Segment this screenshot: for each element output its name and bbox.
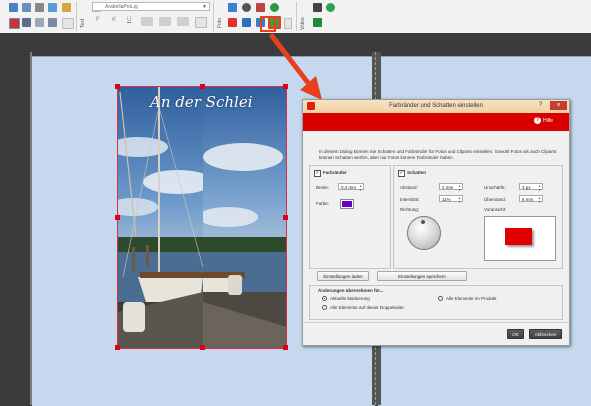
apply-option-label[interactable]: Alle Elemente im Produkt <box>446 296 497 301</box>
bold-button[interactable]: F <box>96 17 100 23</box>
close-button[interactable]: × <box>550 101 567 110</box>
footer-divider <box>303 322 569 323</box>
border-shadow-dialog: Farbränder und Schatten einstellen ? × ?… <box>302 99 570 346</box>
photo-effect-icon[interactable] <box>270 3 279 12</box>
radio-all-on-spread[interactable] <box>322 305 327 310</box>
resize-handle[interactable] <box>200 84 205 89</box>
pages-icon[interactable] <box>35 18 44 27</box>
spin-down-icon[interactable]: ▼ <box>538 187 541 194</box>
text-more-icon[interactable] <box>195 17 207 28</box>
preview-label: Voransicht: <box>484 207 507 212</box>
font-name: ArabellaProLig <box>105 4 138 10</box>
resize-handle[interactable] <box>115 84 120 89</box>
resize-handle[interactable] <box>200 345 205 350</box>
intensity-label: Intensität: <box>400 197 420 202</box>
font-select[interactable]: ArabellaProLig ▼ <box>92 2 210 11</box>
resize-handle[interactable] <box>115 345 120 350</box>
overhang-value: 6 mm <box>522 197 534 202</box>
layout-icon[interactable] <box>22 3 31 12</box>
font-size-icon[interactable] <box>141 17 153 26</box>
apply-option-label[interactable]: Aktuelle Markierung <box>330 296 370 301</box>
shadow-heading: Schatten <box>407 170 427 175</box>
chevron-down-icon[interactable]: ▼ <box>202 3 207 12</box>
image-icon[interactable] <box>48 3 57 12</box>
underline-button[interactable]: U <box>127 17 131 23</box>
border-color-swatch[interactable] <box>340 199 354 209</box>
help-question-icon[interactable]: ? <box>539 102 542 108</box>
preview-rect <box>505 228 532 245</box>
text-color-icon[interactable] <box>159 17 171 26</box>
blur-input[interactable]: 3 px ▲ ▼ <box>519 183 543 192</box>
photo-edit-icon[interactable] <box>242 3 251 12</box>
text-group-label: Text <box>80 18 86 28</box>
help-icon[interactable]: ? <box>534 117 541 124</box>
preview-box <box>484 216 556 261</box>
photo-cut-icon[interactable] <box>256 3 265 12</box>
blur-label: Unschärfe: <box>484 185 506 190</box>
photo-filter-icon[interactable] <box>242 18 251 27</box>
arrange-icon[interactable] <box>22 18 31 27</box>
shadow-checkbox[interactable]: ✓ <box>398 170 405 177</box>
spin-down-icon[interactable]: ▼ <box>359 187 362 194</box>
radio-current-selection[interactable] <box>322 296 327 301</box>
spin-down-icon[interactable]: ▼ <box>458 199 461 206</box>
overhang-label: Überstand: <box>484 197 507 202</box>
save-settings-button[interactable]: Einstellungen speichern <box>377 271 467 281</box>
borders-checkbox[interactable]: ✓ <box>314 170 321 177</box>
italic-button[interactable]: K <box>112 17 116 23</box>
annotation-arrow <box>260 16 322 100</box>
overhang-input[interactable]: 6 mm ▲ ▼ <box>519 195 543 204</box>
help-link[interactable]: Hilfe <box>543 118 553 124</box>
radio-all-in-product[interactable] <box>438 296 443 301</box>
shadow-panel: ✓ Schatten Abstand: 2 mm ▲ ▼ Intensität: … <box>393 165 563 269</box>
spin-down-icon[interactable]: ▼ <box>538 199 541 206</box>
video-insert-icon[interactable] <box>313 3 322 12</box>
select-icon[interactable] <box>9 18 20 29</box>
resize-handle[interactable] <box>283 215 288 220</box>
more-icon[interactable] <box>62 18 74 29</box>
resize-handle[interactable] <box>115 215 120 220</box>
distance-input[interactable]: 2 mm ▲ ▼ <box>439 183 463 192</box>
ok-button[interactable]: OK <box>507 329 524 339</box>
borders-heading: Farbränder <box>323 170 347 175</box>
color-fill <box>342 201 352 207</box>
blur-value: 3 px <box>522 185 531 190</box>
cancel-button[interactable]: Abbrechen <box>529 329 562 339</box>
direction-label: Richtung: <box>400 207 420 212</box>
dialog-title: Farbränder und Schatten einstellen <box>389 103 483 109</box>
border-color-label: Farbe: <box>316 201 330 206</box>
foto-group-label: Foto <box>217 17 223 28</box>
apply-option-label[interactable]: Alle Elemente auf dieser Doppelseite <box>330 305 404 310</box>
border-width-input[interactable]: 0,4 mm ▲ ▼ <box>338 183 364 192</box>
dialog-header-bar <box>303 113 569 131</box>
apply-heading: Änderungen übernehmen für... <box>318 288 384 293</box>
intensity-value: 11% <box>442 197 451 202</box>
border-width-label: Breite: <box>316 185 330 190</box>
distance-value: 2 mm <box>442 185 454 190</box>
video-play-icon[interactable] <box>326 3 335 12</box>
grid-icon[interactable] <box>9 3 18 12</box>
text-align-icon[interactable] <box>177 17 189 26</box>
photo-insert-icon[interactable] <box>228 3 237 12</box>
photo-crop-icon[interactable] <box>228 18 237 27</box>
intensity-input[interactable]: 11% ▲ ▼ <box>439 195 463 204</box>
dial-knob[interactable] <box>421 220 425 224</box>
direction-dial[interactable] <box>407 216 441 250</box>
distance-label: Abstand: <box>400 185 418 190</box>
apply-panel: Änderungen übernehmen für... Aktuelle Ma… <box>309 285 563 320</box>
spin-down-icon[interactable]: ▼ <box>458 187 461 194</box>
selection-frame[interactable] <box>115 84 288 350</box>
resize-handle[interactable] <box>283 345 288 350</box>
borders-panel: ✓ Farbränder Breite: 0,4 mm ▲ ▼ Farbe: <box>309 165 391 269</box>
dialog-description: In diesem Dialog können Sie Schatten und… <box>319 149 557 160</box>
load-settings-button[interactable]: Einstellungen laden <box>317 271 369 281</box>
page-icon[interactable] <box>35 3 44 12</box>
align-icon[interactable] <box>48 18 57 27</box>
layers-icon[interactable] <box>62 3 71 12</box>
border-width-value: 0,4 mm <box>341 185 357 190</box>
